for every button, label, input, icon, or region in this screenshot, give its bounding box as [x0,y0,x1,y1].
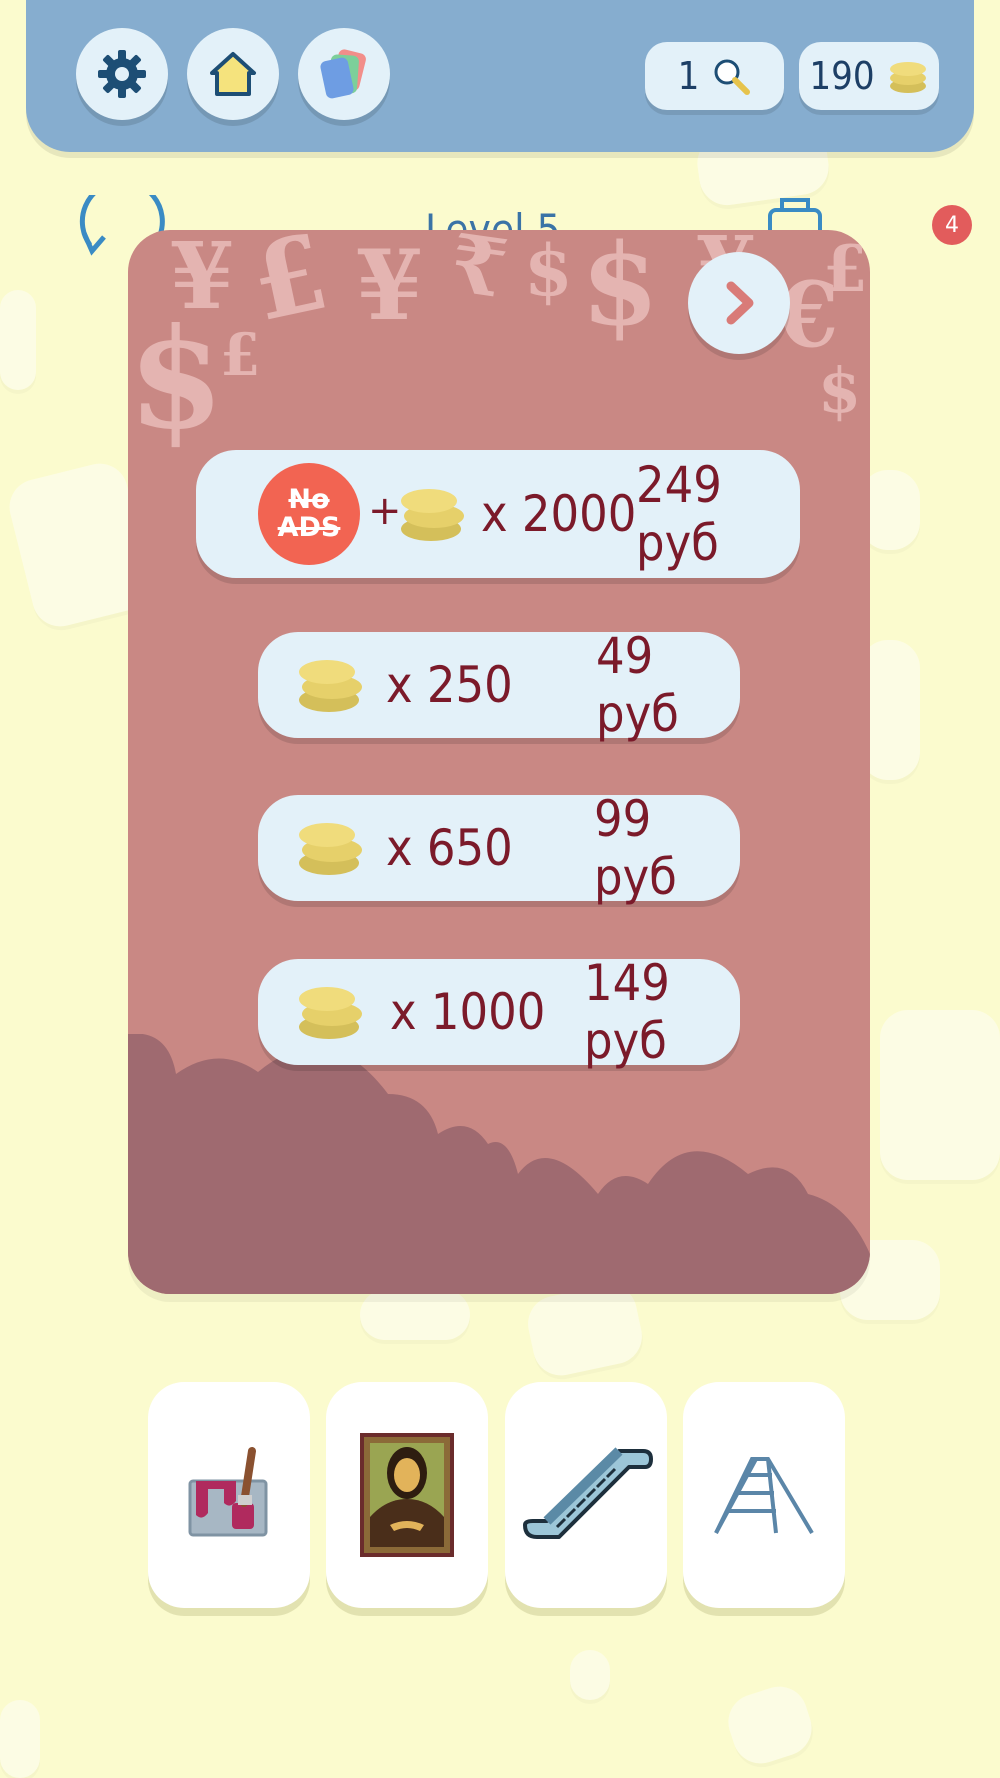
coins-icon [299,987,362,1039]
no-ads-icon: No ADS [258,463,360,565]
offer-650-coins[interactable]: x 650 99 руб [258,790,740,906]
magnifier-icon [714,59,751,95]
currency-decor: $ [818,354,862,427]
currency-decor: £ [220,321,261,389]
home-icon [210,52,256,96]
item-card-escalator[interactable] [505,1382,667,1608]
coins-icon [299,660,362,712]
background-card [880,1010,1000,1180]
offer-250-coins[interactable]: x 250 49 руб [258,627,740,743]
notification-badge: 4 [932,205,972,245]
background-card [0,1700,40,1778]
currency-decor: $ [581,230,659,351]
offer-price: 99 руб [594,790,677,906]
cloud-decor [128,1034,870,1294]
currency-decor: $ [524,230,573,312]
background-card [721,1679,819,1771]
offer-quantity: x 2000 [481,485,637,543]
background-card [522,1279,648,1381]
item-card-paint-bucket[interactable] [148,1382,310,1608]
offer-no-ads-2000-coins[interactable]: No ADS + x 2000 249 руб [196,450,800,578]
coins-icon [889,62,926,93]
paint-bucket-icon [188,1447,268,1537]
currency-decor: ¥ [356,230,423,342]
hints-counter[interactable]: 1 [645,42,784,110]
item-card-mona-lisa[interactable] [326,1382,488,1608]
chevron-right-icon [726,281,754,325]
background-card [570,1650,610,1700]
offer-quantity: x 250 [386,656,513,714]
offer-quantity: x 650 [386,819,513,877]
no-ads-text: ADS [277,512,341,543]
coins-counter[interactable]: 190 [799,42,939,110]
coins-icon [401,489,464,541]
offer-quantity: x 1000 [390,983,546,1041]
home-button[interactable] [187,28,279,120]
close-shop-button[interactable] [688,252,790,354]
currency-decor: £ [823,232,868,307]
offer-1000-coins[interactable]: x 1000 149 руб [258,954,740,1070]
currency-decor: $ [128,297,225,460]
coin-shop-dialog: ¥ £ ¥ ₹ $ $ ¥ € £ $ £ $ No ADS + x 2000 … [128,230,870,1294]
gear-icon [98,50,146,98]
currency-decor: ₹ [444,230,513,317]
ladder-icon [714,1457,814,1535]
offer-price: 149 руб [584,954,670,1070]
cards-icon [320,49,366,99]
hints-count: 1 [677,54,700,98]
collection-button[interactable] [298,28,390,120]
offer-price: 49 руб [596,627,679,743]
coins-count: 190 [809,54,875,98]
escalator-icon [523,1447,653,1539]
painting-icon [360,1433,454,1557]
settings-button[interactable] [76,28,168,120]
item-card-ladder[interactable] [683,1382,845,1608]
no-ads-text: No [288,483,330,515]
coins-icon [299,823,362,875]
background-card [360,1290,470,1340]
background-card [0,290,36,390]
offer-price: 249 руб [636,456,722,572]
